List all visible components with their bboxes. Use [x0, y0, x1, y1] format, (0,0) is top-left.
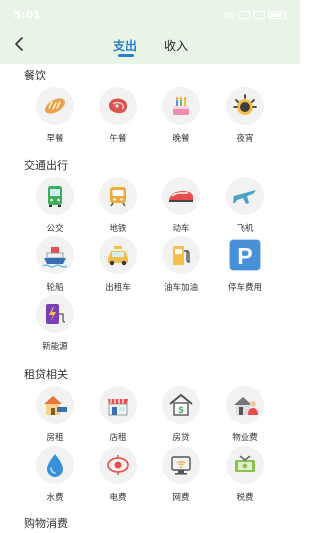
airplane-icon: [233, 190, 256, 204]
category-lunch[interactable]: 午餐: [88, 87, 148, 144]
back-button[interactable]: [10, 34, 30, 54]
category-water-fee[interactable]: 水费: [25, 446, 85, 503]
category-bus[interactable]: 公交: [25, 177, 85, 234]
category-mortgage[interactable]: $ 房贷: [151, 386, 211, 443]
parking-icon: P: [229, 239, 261, 271]
category-new-energy[interactable]: 新能源: [25, 295, 85, 352]
section-title-dining: 餐饮: [24, 69, 46, 82]
wifi-icon: [253, 11, 265, 19]
category-shop-rent[interactable]: 店租: [88, 386, 148, 443]
bus-icon: [48, 186, 62, 207]
category-label: 店租: [109, 433, 127, 443]
category-label: 房租: [46, 433, 64, 443]
gas-pump-icon: [173, 246, 190, 265]
network-label: HD: [224, 11, 235, 19]
status-time: 5:01: [14, 9, 41, 21]
category-label: 地铁: [109, 224, 127, 234]
category-ship[interactable]: 轮船: [25, 236, 85, 293]
category-label: 夜宵: [236, 134, 254, 144]
category-taxi[interactable]: 出租车: [88, 236, 148, 293]
category-property-fee[interactable]: 物业费: [215, 386, 275, 443]
category-house-rent[interactable]: 房租: [25, 386, 85, 443]
category-label: 动车: [172, 224, 190, 234]
water-drop-icon: [47, 454, 63, 477]
property-icon: [234, 397, 258, 415]
tax-icon: [235, 455, 255, 472]
status-bar: 5:01 HD: [0, 0, 300, 30]
mortgage-icon: $: [169, 394, 193, 416]
night-snack-icon: [233, 94, 257, 115]
section-title-shopping: 购物消费: [24, 517, 68, 530]
steak-icon: [108, 98, 128, 114]
category-label: 出租车: [105, 283, 131, 293]
category-label: 水费: [46, 493, 64, 503]
top-nav: 支出 收入: [0, 30, 300, 60]
category-label: 午餐: [109, 134, 127, 144]
category-label: 物业费: [232, 433, 258, 443]
subway-icon: [110, 187, 126, 207]
taxi-icon: [108, 246, 128, 266]
tab-indicator: [118, 54, 134, 57]
internet-icon: [171, 456, 191, 475]
category-label: 早餐: [46, 134, 64, 144]
svg-text:P: P: [237, 243, 252, 269]
house-rent-icon: [44, 396, 67, 415]
tab-income[interactable]: 收入: [164, 37, 188, 54]
shop-icon: [108, 399, 128, 416]
bullet-train-icon: [169, 191, 193, 202]
section-title-rent: 租贷相关: [24, 368, 68, 381]
status-icons: HD: [224, 11, 286, 19]
cake-icon: [173, 97, 189, 115]
category-breakfast[interactable]: 早餐: [25, 87, 85, 144]
chevron-left-icon: [15, 37, 23, 51]
category-airplane[interactable]: 飞机: [215, 177, 275, 234]
electricity-icon: [107, 455, 129, 475]
category-subway[interactable]: 地铁: [88, 177, 148, 234]
category-internet-fee[interactable]: 网费: [151, 446, 211, 503]
category-label: 电费: [109, 493, 127, 503]
section-title-transport: 交通出行: [24, 159, 68, 172]
ship-icon: [42, 247, 68, 268]
category-dinner[interactable]: 晚餐: [151, 87, 211, 144]
category-label: 公交: [46, 224, 64, 234]
svg-text:$: $: [178, 405, 183, 415]
category-electricity-fee[interactable]: 电费: [88, 446, 148, 503]
category-label: 飞机: [236, 224, 254, 234]
category-label: 晚餐: [172, 134, 190, 144]
category-label: 网费: [172, 493, 190, 503]
category-label: 油车加油: [163, 283, 198, 293]
category-label: 税费: [236, 493, 254, 503]
battery-icon: [268, 11, 286, 19]
category-label: 轮船: [46, 283, 64, 293]
bread-icon: [45, 98, 65, 114]
category-gas[interactable]: 油车加油: [151, 236, 211, 293]
category-label: 停车费用: [227, 283, 262, 293]
tab-expense[interactable]: 支出: [113, 37, 137, 54]
category-label: 房贷: [172, 433, 190, 443]
category-parking[interactable]: P 停车费用: [215, 236, 275, 293]
category-label: 新能源: [42, 342, 68, 352]
signal-icon: [238, 11, 250, 19]
category-night-snack[interactable]: 夜宵: [215, 87, 275, 144]
category-bullet-train[interactable]: 动车: [151, 177, 211, 234]
category-tax-fee[interactable]: 税费: [215, 446, 275, 503]
ev-battery-icon: [46, 304, 66, 324]
